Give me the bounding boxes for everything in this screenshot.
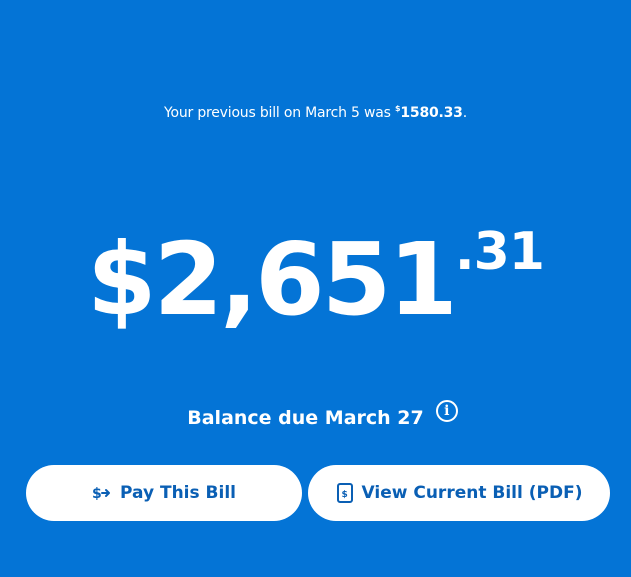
balance-amount-cents: .31 [454, 222, 545, 282]
dollar-transfer-icon: $ [92, 483, 112, 503]
due-date-row: Balance due March 27 i [0, 400, 631, 429]
previous-bill-suffix: . [462, 105, 467, 121]
svg-text:$: $ [92, 486, 102, 502]
previous-bill-amount: 1580.33 [400, 105, 463, 121]
pay-bill-button[interactable]: $ Pay This Bill [26, 465, 302, 521]
previous-bill-prefix: Your previous bill on March 5 was [163, 105, 395, 121]
bill-document-icon: $ [336, 482, 354, 504]
view-bill-label: View Current Bill (PDF) [361, 483, 583, 503]
previous-bill-text: Your previous bill on March 5 was $1580.… [0, 104, 631, 121]
pay-bill-label: Pay This Bill [120, 483, 236, 503]
view-bill-button[interactable]: $ View Current Bill (PDF) [308, 465, 610, 521]
due-date-label: Balance due March 27 [187, 407, 424, 429]
balance-amount-main: $2,651 [86, 221, 458, 338]
balance-amount: $2,651.31 [0, 226, 631, 330]
info-icon[interactable]: i [435, 400, 458, 422]
svg-text:$: $ [341, 490, 347, 500]
